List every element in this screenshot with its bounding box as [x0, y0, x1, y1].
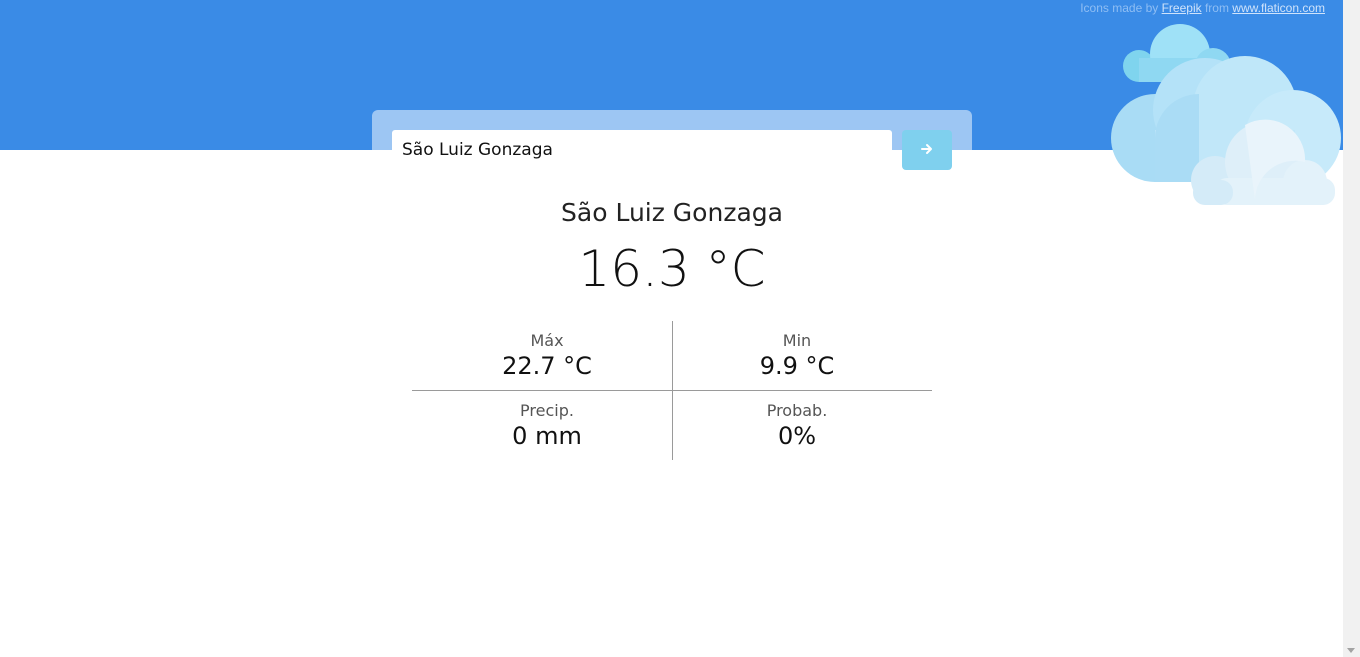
credits-middle: from [1204, 1, 1229, 15]
icon-credits: Icons made by Freepik from www.flaticon.… [1080, 1, 1325, 15]
freepik-link[interactable]: Freepik [1162, 1, 1202, 15]
arrow-right-icon [921, 143, 933, 158]
stat-max-value: 22.7 °C [502, 352, 592, 380]
scroll-down-icon[interactable] [1347, 648, 1355, 653]
stat-max: Máx 22.7 °C [417, 321, 677, 390]
stat-probability-value: 0% [777, 422, 817, 450]
current-temperature: 16.3 °C [578, 240, 766, 298]
stat-probability: Probab. 0% [667, 391, 927, 460]
weather-stats-grid: Máx 22.7 °C Min 9.9 °C Precip. 0 mm Prob… [412, 321, 932, 460]
weather-page: Icons made by Freepik from www.flaticon.… [0, 0, 1360, 657]
search-button[interactable] [902, 130, 952, 170]
stat-precipitation-value: 0 mm [512, 422, 582, 450]
stat-precipitation-label: Precip. [520, 401, 574, 420]
city-search-input[interactable] [392, 130, 892, 170]
clouds-icon [1105, 20, 1345, 214]
city-name: São Luiz Gonzaga [561, 198, 783, 227]
vertical-scrollbar[interactable] [1343, 0, 1360, 657]
credits-prefix: Icons made by [1080, 1, 1159, 15]
stat-max-label: Máx [530, 331, 564, 350]
stat-probability-label: Probab. [766, 401, 828, 420]
stat-min-label: Min [782, 331, 812, 350]
flaticon-link[interactable]: www.flaticon.com [1232, 1, 1325, 15]
stat-precipitation: Precip. 0 mm [417, 391, 677, 460]
stat-min: Min 9.9 °C [667, 321, 927, 390]
stat-min-value: 9.9 °C [759, 352, 835, 380]
